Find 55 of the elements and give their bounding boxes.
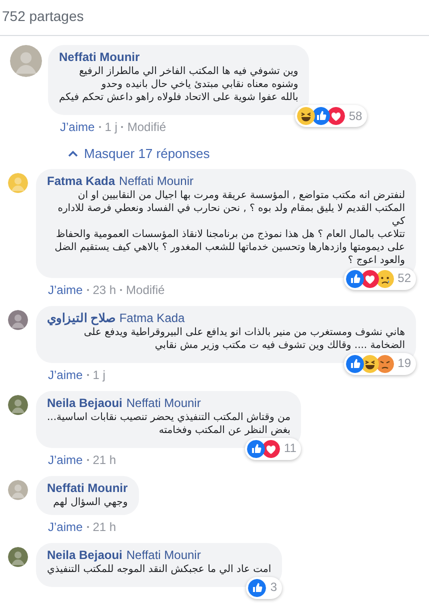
like-link[interactable]: J’aime: [60, 118, 95, 136]
author-link[interactable]: Neila Bejaoui: [47, 548, 122, 562]
reaction-count: 3: [270, 580, 278, 595]
avatar[interactable]: [8, 394, 28, 414]
comment-text: لنفترض انه مكتب متواضع , المؤسسة عريقة ومرت بها اجيال من النقابيين او ان المكتب القديم لا يليق بمقام ولد بوه ؟ , نحن نحارب في الفساد ونعطي فرصة للاداره كي تتلاعب بالمال العام ؟ هل هذا نموذج من برنامجنا لانقاذ المؤسسات العمومية والحفاظ على ديمومتها وازدهارها وتحسين خدماتها للشعب المغدور ؟ بالاهي كيف يستقيم الضل والعود اعوج ؟: [54, 188, 405, 266]
comment-text: امت عاد الي ما عجبكش النقد الموجه للمكتب التنفيذي: [47, 562, 272, 576]
avatar[interactable]: [10, 45, 42, 77]
thumbs-up-icon: [346, 354, 364, 372]
like-link[interactable]: J’aime: [48, 518, 83, 536]
comment-text: وجهي السؤال لهم: [52, 496, 128, 508]
reactions-badge[interactable]: 19: [344, 352, 416, 374]
thumbs-up-icon: [346, 270, 364, 288]
reactions-badge[interactable]: 11: [244, 438, 302, 460]
laughing-face-icon: [296, 107, 315, 125]
edited-link[interactable]: Modifié: [127, 118, 166, 136]
timestamp-link[interactable]: 21 h: [92, 450, 116, 468]
thumbs-up-icon: [248, 578, 266, 596]
like-link[interactable]: J’aime: [48, 450, 83, 468]
author-link[interactable]: Fatma Kada: [47, 174, 116, 188]
reaction-count: 19: [398, 356, 411, 371]
hide-replies-button[interactable]: Masquer 17 réponses: [68, 144, 210, 164]
chevron-up-icon: [68, 150, 78, 158]
author-link[interactable]: Neffati Mounir: [59, 50, 140, 65]
reactions-badge[interactable]: 58: [294, 105, 368, 127]
share-count[interactable]: 752 partages: [2, 8, 84, 24]
author-link[interactable]: Neffati Mounir: [47, 480, 128, 496]
sad-face-icon: [376, 270, 394, 288]
comment-text: من وقتاش المكتب التنفيذي يحضر تنصيب نقابات اساسية... بغض النظر عن المكتب وفخامته: [47, 410, 290, 436]
mention-link[interactable]: Neffati Mounir: [126, 548, 201, 562]
mention-link[interactable]: Fatma Kada: [119, 310, 185, 326]
timestamp-link[interactable]: 23 h: [92, 280, 116, 298]
reaction-count: 52: [398, 271, 411, 286]
thumbs-up-icon: [312, 107, 330, 125]
reactions-badge[interactable]: 52: [344, 268, 416, 290]
avatar[interactable]: [8, 310, 28, 330]
angry-face-icon: [376, 354, 394, 372]
timestamp-link[interactable]: 21 h: [92, 518, 116, 536]
timestamp-link[interactable]: 1 j: [104, 118, 118, 136]
avatar[interactable]: [8, 546, 28, 566]
mention-link[interactable]: Neffati Mounir: [126, 396, 201, 410]
reaction-count: 58: [348, 108, 362, 124]
edited-link[interactable]: Modifié: [126, 280, 165, 298]
timestamp-link[interactable]: 1 j: [92, 366, 106, 384]
comment-text: هاني نشوف ومستغرب من منير بالذات انو يدافع على البيروقراطية ويدفع على الضخامة .... وقالك وين تشوف فيه ت مكتب وزير مش نقابي: [82, 326, 405, 352]
avatar[interactable]: [8, 480, 28, 500]
thumbs-up-icon: [246, 440, 265, 458]
like-link[interactable]: J’aime: [48, 280, 83, 298]
laughing-face-icon: [360, 354, 379, 372]
reactions-badge[interactable]: 3: [246, 576, 282, 598]
like-link[interactable]: J’aime: [48, 366, 83, 384]
reaction-count: 11: [284, 441, 296, 456]
author-link[interactable]: Neila Bejaoui: [47, 396, 122, 410]
comment-text: وين تشوفي فيه ها المكتب الفاخر الي مالطراز الرفيع وشنوه معناه نقابي مبتدئ ياخي حال بانيده وحدو بالله عفوا شوية على الاتحاد فلولاه راهو داعش تحكم فيكم: [59, 65, 298, 104]
mention-link[interactable]: Neffati Mounir: [119, 174, 194, 188]
author-link[interactable]: صلاح التيزاوي: [47, 310, 116, 326]
